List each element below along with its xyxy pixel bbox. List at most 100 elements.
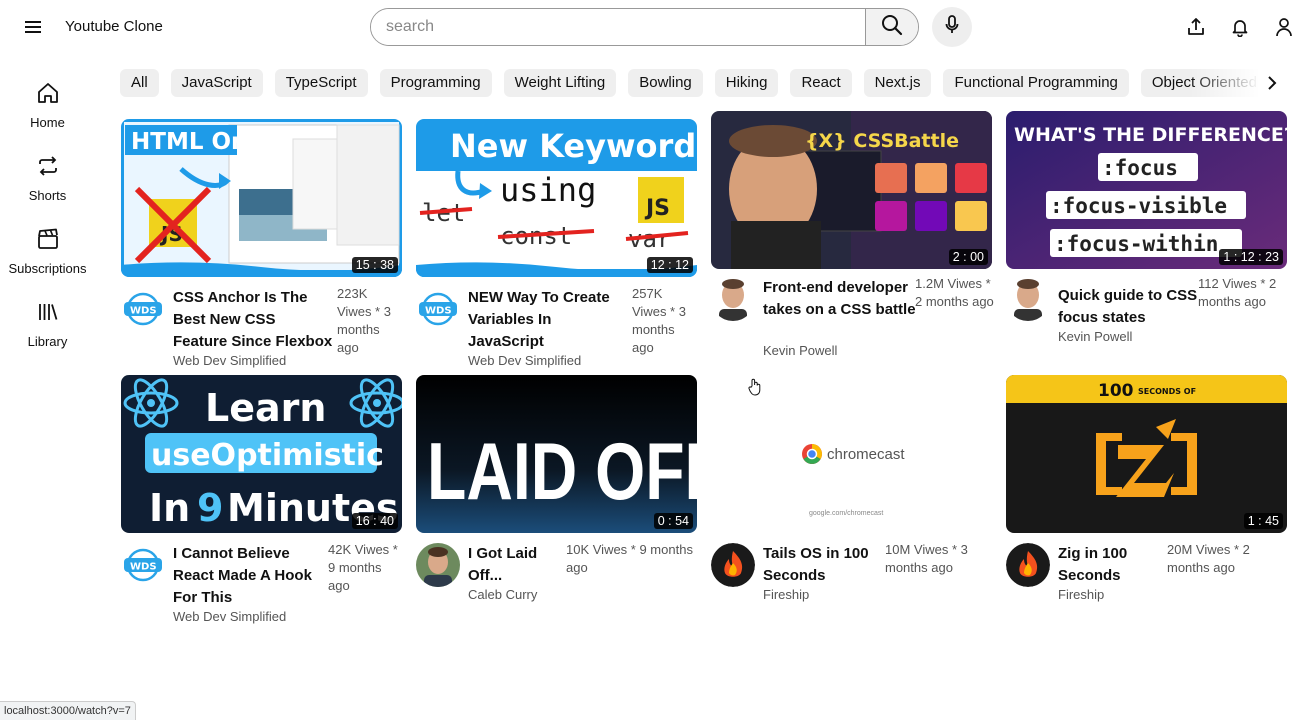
video-title[interactable]: Front-end developer takes on a CSS battl… [763, 277, 923, 321]
channel-avatar[interactable] [1006, 277, 1050, 321]
svg-text::focus-within: :focus-within [1054, 232, 1218, 256]
video-thumbnail[interactable]: New Keyword using let const JS var 12 : … [416, 119, 697, 277]
video-stats: 112 Viwes * 2 months ago [1198, 276, 1277, 309]
thumbnail-image: WHAT'S THE DIFFERENCE? :focus :focus-vis… [1006, 111, 1287, 269]
sidebar-item-subscriptions[interactable]: Subscriptions [0, 218, 95, 291]
fireship-avatar[interactable] [1006, 543, 1050, 587]
video-card[interactable]: 100 SECONDS OF 1 : 45 Zig in 100 Seconds… [1006, 375, 1287, 633]
mic-icon [945, 14, 959, 40]
svg-text:Learn: Learn [205, 386, 326, 430]
chip-typescript[interactable]: TypeScript [274, 69, 368, 97]
duration-badge: 1 : 45 [1243, 513, 1283, 529]
video-thumbnail[interactable]: Learn useOptimistic In 9 Minutes 16 : 40 [121, 375, 402, 533]
sidebar-item-label: Shorts [28, 188, 67, 203]
channel-name[interactable]: Fireship [1058, 587, 1104, 602]
app-title[interactable]: Youtube Clone [65, 18, 163, 35]
svg-text:WDS: WDS [130, 562, 157, 573]
chip-programming[interactable]: Programming [379, 69, 492, 97]
chip-object-oriented-programming[interactable]: Object Oriented Programming [1140, 69, 1260, 97]
channel-avatar[interactable]: WDS [121, 543, 165, 587]
upload-icon[interactable] [1184, 15, 1208, 39]
video-card[interactable]: New Keyword using let const JS var 12 : … [416, 119, 697, 377]
channel-name[interactable]: Caleb Curry [468, 587, 537, 602]
chip-hiking[interactable]: Hiking [714, 69, 779, 97]
video-title[interactable]: Tails OS in 100 Seconds [763, 543, 893, 587]
video-card[interactable]: LAID OFF... 0 : 54 I Got Laid Off... 10K… [416, 375, 697, 633]
video-title[interactable]: I Got Laid Off... [468, 543, 558, 587]
channel-avatar[interactable]: WDS [416, 287, 460, 331]
video-thumbnail[interactable]: LAID OFF... 0 : 54 [416, 375, 697, 533]
svg-text:chromecast: chromecast [827, 446, 905, 463]
top-header: Youtube Clone [0, 0, 1314, 54]
video-card[interactable]: {X} CSSBattle 2 : 00 Front-end developer… [711, 111, 994, 367]
channel-avatar[interactable]: WDS [121, 287, 165, 331]
thumbnail-image: LAID OFF... [416, 375, 697, 533]
channel-avatar[interactable] [416, 543, 460, 587]
video-card[interactable]: chromecast google.com/chromecast Tails O… [711, 375, 992, 633]
svg-text:New Keyword: New Keyword [450, 127, 696, 165]
svg-text::focus-visible: :focus-visible [1050, 194, 1227, 218]
video-title[interactable]: Quick guide to CSS focus states [1058, 285, 1218, 329]
channel-name[interactable]: Fireship [763, 587, 809, 602]
video-thumbnail[interactable]: {X} CSSBattle 2 : 00 [711, 111, 992, 269]
thumbnail-image: Learn useOptimistic In 9 Minutes [121, 375, 402, 533]
svg-text:WDS: WDS [425, 306, 452, 317]
thumbnail-image: New Keyword using let const JS var [416, 119, 697, 277]
chevron-right-icon[interactable] [1260, 71, 1284, 95]
chip-all[interactable]: All [120, 69, 159, 97]
hand-cursor-icon [748, 378, 762, 401]
channel-name[interactable]: Web Dev Simplified [468, 353, 581, 368]
fireship-avatar[interactable] [711, 543, 755, 587]
chip-weight-lifting[interactable]: Weight Lifting [503, 69, 617, 97]
video-thumbnail[interactable]: 100 SECONDS OF 1 : 45 [1006, 375, 1287, 533]
search-icon [881, 14, 903, 41]
bell-icon[interactable] [1228, 15, 1252, 39]
video-card[interactable]: Learn useOptimistic In 9 Minutes 16 : 40… [121, 375, 402, 633]
channel-name[interactable]: Kevin Powell [1058, 329, 1132, 344]
svg-text:100: 100 [1098, 381, 1134, 401]
search-button[interactable] [865, 9, 918, 45]
sidebar-item-home[interactable]: Home [0, 72, 95, 145]
menu-icon[interactable] [20, 15, 46, 39]
search-input[interactable] [371, 9, 865, 45]
chip-functional-programming[interactable]: Functional Programming [943, 69, 1129, 97]
svg-text:LAID OFF...: LAID OFF... [427, 427, 697, 516]
sidebar-item-label: Home [30, 115, 65, 130]
library-icon [37, 301, 59, 328]
video-thumbnail[interactable]: HTML Only JS 15 : 38 [121, 119, 402, 277]
svg-text:JS: JS [644, 196, 670, 221]
sidebar-item-library[interactable]: Library [0, 291, 95, 364]
mic-button[interactable] [932, 7, 972, 47]
video-stats: 20M Viwes * 2 months ago [1167, 542, 1250, 575]
sidebar-item-label: Library [27, 334, 68, 349]
chip-nextjs[interactable]: Next.js [863, 69, 932, 97]
duration-badge: 0 : 54 [653, 513, 693, 529]
video-title[interactable]: CSS Anchor Is The Best New CSS Feature S… [173, 287, 333, 353]
home-icon [37, 82, 59, 109]
duration-badge: 2 : 00 [948, 249, 988, 265]
svg-text:{X} CSSBattle: {X} CSSBattle [805, 130, 959, 152]
duration-badge: 1 : 12 : 23 [1219, 249, 1283, 265]
video-title[interactable]: I Cannot Believe React Made A Hook For T… [173, 543, 333, 609]
clapperboard-icon [37, 228, 59, 255]
video-card[interactable]: WHAT'S THE DIFFERENCE? :focus :focus-vis… [1006, 111, 1287, 367]
channel-name[interactable]: Kevin Powell [763, 343, 837, 358]
sidebar-item-shorts[interactable]: Shorts [0, 145, 95, 218]
duration-badge: 15 : 38 [351, 257, 398, 273]
chip-javascript[interactable]: JavaScript [170, 69, 263, 97]
svg-text::focus: :focus [1102, 156, 1178, 180]
channel-avatar[interactable] [711, 277, 755, 321]
search-bar [370, 8, 919, 46]
thumbnail-image: 100 SECONDS OF [1006, 375, 1287, 533]
user-icon[interactable] [1272, 15, 1296, 39]
sidebar-item-label: Subscriptions [8, 261, 87, 276]
video-title[interactable]: NEW Way To Create Variables In JavaScrip… [468, 287, 628, 353]
chip-react[interactable]: React [790, 69, 852, 97]
channel-name[interactable]: Web Dev Simplified [173, 609, 286, 624]
chip-bowling[interactable]: Bowling [628, 69, 703, 97]
channel-name[interactable]: Web Dev Simplified [173, 353, 286, 368]
video-thumbnail[interactable]: WHAT'S THE DIFFERENCE? :focus :focus-vis… [1006, 111, 1287, 269]
video-card[interactable]: HTML Only JS 15 : 38 WDS CSS Anchor Is T… [121, 119, 402, 377]
svg-text:WDS: WDS [130, 306, 157, 317]
video-title[interactable]: Zig in 100 Seconds [1058, 543, 1158, 587]
